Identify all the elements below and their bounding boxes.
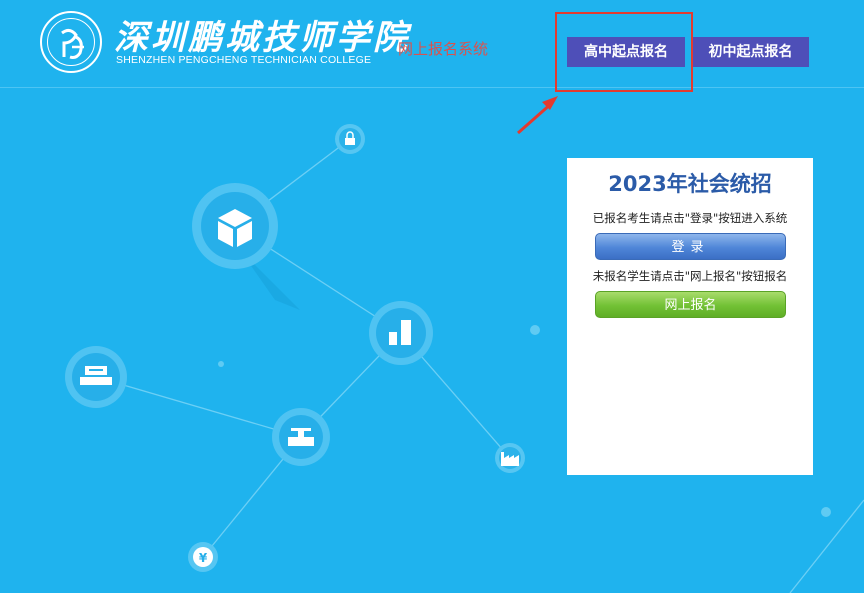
unregistered-hint: 未报名学生请点击"网上报名"按钮报名 [592,269,788,283]
annotation-arrow-icon [517,96,558,135]
registered-hint: 已报名考生请点击"登录"按钮进入系统 [592,211,788,225]
svg-text:¥: ¥ [199,551,208,565]
registration-panel: 2023年社会统招 已报名考生请点击"登录"按钮进入系统 登录 未报名学生请点击… [567,158,813,475]
decor-dot [218,361,224,367]
panel-title: 2023年社会统招 [608,172,772,196]
school-name-en: SHENZHEN PENGCHENG TECHNICIAN COLLEGE [116,54,372,66]
online-register-button[interactable]: 网上报名 [595,291,786,318]
bar-chart-icon [369,301,433,365]
login-button[interactable]: 登录 [595,233,786,260]
decor-dot [821,507,831,517]
cube-icon [192,183,278,269]
annotation-highlight-box [555,12,693,92]
stamp-icon [272,408,330,466]
lock-icon [335,124,365,154]
printer-icon [65,346,127,408]
logo-emblem-icon [61,28,84,59]
factory-icon [495,443,525,473]
school-logo[interactable] [40,11,102,73]
school-name-cn: 深圳鹏城技师学院 [114,18,410,58]
system-name: 网上报名系统 [398,40,489,58]
yen-icon: ¥ [188,542,218,572]
decor-dot [530,325,540,335]
middle-school-register-button[interactable]: 初中起点报名 [692,37,809,67]
